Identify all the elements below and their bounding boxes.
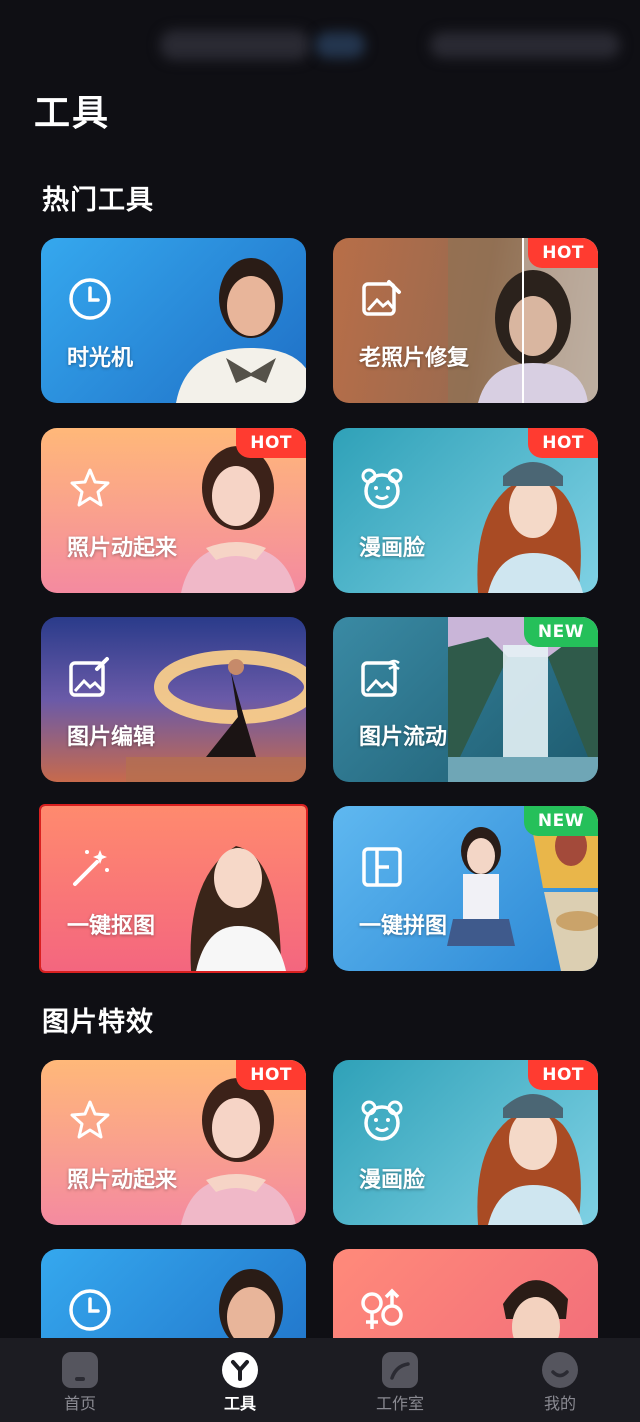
hot-badge: HOT xyxy=(528,1060,598,1090)
card-label: 时光机 xyxy=(67,346,134,371)
profile-icon xyxy=(542,1352,578,1388)
hot-badge: HOT xyxy=(236,1060,306,1090)
tool-card-photo-edit[interactable]: 图片编辑 xyxy=(41,617,306,782)
effect-card-cartoon-face[interactable]: 漫画脸 HOT xyxy=(333,1060,598,1225)
clock-icon xyxy=(69,278,111,320)
nav-item-home[interactable]: 首页 xyxy=(0,1338,160,1422)
card-label: 照片动起来 xyxy=(67,1168,178,1193)
status-bar-center-blur xyxy=(315,32,365,58)
card-label: 图片流动 xyxy=(359,725,448,750)
nav-label: 工具 xyxy=(223,1394,256,1413)
card-label: 漫画脸 xyxy=(359,536,426,561)
sparkle-star-icon xyxy=(70,1100,110,1139)
section-title-photo-effects: 图片特效 xyxy=(42,1007,154,1038)
home-icon xyxy=(62,1352,98,1388)
nav-label: 工作室 xyxy=(375,1394,424,1413)
bear-face-icon xyxy=(361,1100,403,1141)
nav-item-tools[interactable]: 工具 xyxy=(160,1338,320,1422)
gender-swap-icon xyxy=(361,1288,403,1329)
bear-face-icon xyxy=(361,468,403,509)
tool-card-cartoon-face[interactable]: 漫画脸 HOT xyxy=(333,428,598,593)
tool-card-time-machine[interactable]: 时光机 xyxy=(41,238,306,403)
portrait-image xyxy=(190,846,286,971)
dancer-image xyxy=(126,650,306,782)
clock-icon xyxy=(69,1289,111,1331)
sparkle-star-icon xyxy=(70,468,110,507)
card-label: 照片动起来 xyxy=(67,536,178,561)
nav-item-profile[interactable]: 我的 xyxy=(480,1338,640,1422)
card-label: 一键拼图 xyxy=(359,914,448,939)
hot-badge: HOT xyxy=(528,428,598,458)
page-title: 工具 xyxy=(34,93,111,134)
portrait-image xyxy=(176,258,306,403)
hot-badge: HOT xyxy=(236,428,306,458)
bottom-nav: 首页 工具 工作室 我的 xyxy=(0,1338,640,1422)
tool-card-collage[interactable]: 一键拼图 NEW xyxy=(333,806,598,971)
studio-icon xyxy=(382,1352,418,1388)
effect-card-animate-photo[interactable]: 照片动起来 HOT xyxy=(41,1060,306,1225)
tool-card-animate-photo[interactable]: 照片动起来 HOT xyxy=(41,428,306,593)
new-badge: NEW xyxy=(523,617,598,647)
status-bar-left-blur xyxy=(160,30,310,60)
tool-card-cutout[interactable]: 一键抠图 xyxy=(39,804,308,973)
tool-card-photo-flow[interactable]: 图片流动 NEW xyxy=(333,617,598,782)
section-title-hot-tools: 热门工具 xyxy=(42,185,154,216)
card-label: 老照片修复 xyxy=(359,346,470,371)
magic-wand-icon xyxy=(73,850,109,886)
photo-edit-icon xyxy=(69,657,109,697)
new-badge: NEW xyxy=(523,806,598,836)
nav-label: 我的 xyxy=(543,1394,576,1413)
nav-item-studio[interactable]: 工作室 xyxy=(320,1338,480,1422)
card-label: 漫画脸 xyxy=(359,1168,426,1193)
photo-flow-icon xyxy=(361,659,400,697)
photo-repair-icon xyxy=(362,280,401,316)
card-label: 一键抠图 xyxy=(67,914,156,939)
hot-badge: HOT xyxy=(528,238,598,268)
status-bar-right-blur xyxy=(430,32,620,58)
nav-label: 首页 xyxy=(63,1394,96,1413)
collage-icon xyxy=(362,847,402,887)
tool-card-old-photo-repair[interactable]: 老照片修复 HOT xyxy=(333,238,598,403)
status-bar xyxy=(0,0,640,90)
card-label: 图片编辑 xyxy=(67,725,156,750)
tools-icon xyxy=(222,1352,258,1388)
